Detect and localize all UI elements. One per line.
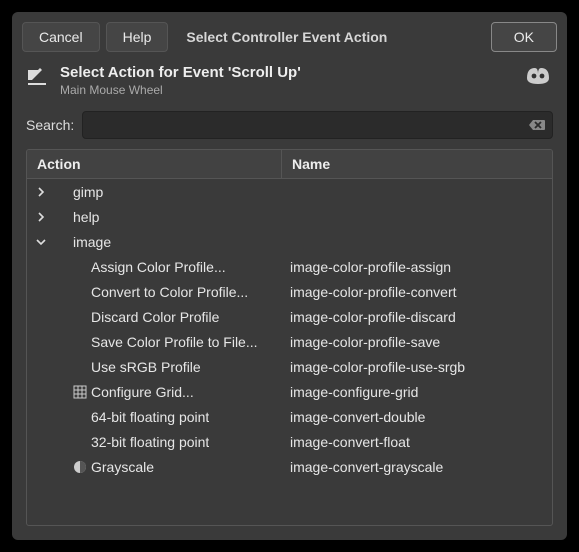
table-row[interactable]: Grayscale image-convert-grayscale <box>27 454 552 479</box>
table-row[interactable]: Assign Color Profile... image-color-profi… <box>27 254 552 279</box>
table-row[interactable]: Discard Color Profile image-color-profile… <box>27 304 552 329</box>
help-button[interactable]: Help <box>106 22 169 52</box>
table-row[interactable]: Use sRGB Profile image-color-profile-use-… <box>27 354 552 379</box>
table-row[interactable]: Save Color Profile to File... image-color… <box>27 329 552 354</box>
wilber-icon <box>523 64 553 91</box>
table-header: Action Name <box>27 150 552 179</box>
ok-button[interactable]: OK <box>491 22 557 52</box>
expander-spacer <box>33 409 49 425</box>
action-label: Assign Color Profile... <box>91 259 226 275</box>
action-label: Discard Color Profile <box>91 309 219 325</box>
action-table: Action Name gimp help image Assign Color Pr… <box>26 149 553 526</box>
action-label: Convert to Color Profile... <box>91 284 248 300</box>
search-input[interactable] <box>89 117 528 133</box>
icon-spacer <box>53 184 71 200</box>
column-header-name[interactable]: Name <box>282 150 552 178</box>
action-name: image-color-profile-discard <box>282 309 552 325</box>
expander-spacer <box>33 359 49 375</box>
action-name: image-color-profile-assign <box>282 259 552 275</box>
action-label: 32-bit floating point <box>91 434 209 450</box>
expander-spacer <box>33 259 49 275</box>
action-name: image-color-profile-save <box>282 334 552 350</box>
header-subtitle: Main Mouse Wheel <box>60 83 513 97</box>
chevron-down-icon[interactable] <box>33 234 49 250</box>
action-name: image-color-profile-convert <box>282 284 552 300</box>
action-label: Configure Grid... <box>91 384 194 400</box>
grid-icon <box>71 384 89 400</box>
icon-spacer <box>71 409 89 425</box>
action-name: image-convert-double <box>282 409 552 425</box>
action-name: image-convert-float <box>282 434 552 450</box>
action-name: image-color-profile-use-srgb <box>282 359 552 375</box>
table-row[interactable]: image <box>27 229 552 254</box>
table-row[interactable]: Configure Grid... image-configure-grid <box>27 379 552 404</box>
icon-spacer <box>71 359 89 375</box>
expander-spacer <box>33 284 49 300</box>
expander-spacer <box>33 334 49 350</box>
dialog: Cancel Help Select Controller Event Acti… <box>12 12 567 540</box>
action-label: image <box>73 234 111 250</box>
action-name: image-convert-grayscale <box>282 459 552 475</box>
action-label: Use sRGB Profile <box>91 359 201 375</box>
table-row[interactable]: Convert to Color Profile... image-color-p… <box>27 279 552 304</box>
action-label: Grayscale <box>91 459 154 475</box>
icon-spacer <box>71 334 89 350</box>
table-row[interactable]: 32-bit floating point image-convert-float <box>27 429 552 454</box>
icon-spacer <box>53 234 71 250</box>
table-row[interactable]: gimp <box>27 179 552 204</box>
action-label: 64-bit floating point <box>91 409 209 425</box>
action-label: gimp <box>73 184 103 200</box>
titlebar: Cancel Help Select Controller Event Acti… <box>12 12 567 60</box>
chevron-right-icon[interactable] <box>33 209 49 225</box>
cancel-button[interactable]: Cancel <box>22 22 100 52</box>
column-header-action[interactable]: Action <box>27 150 282 178</box>
icon-spacer <box>71 309 89 325</box>
table-row[interactable]: help <box>27 204 552 229</box>
table-body[interactable]: gimp help image Assign Color Profile... imag… <box>27 179 552 525</box>
grayscale-icon <box>71 459 89 475</box>
icon-spacer <box>71 259 89 275</box>
expander-spacer <box>33 384 49 400</box>
action-label: help <box>73 209 99 225</box>
chevron-right-icon[interactable] <box>33 184 49 200</box>
table-row[interactable]: 64-bit floating point image-convert-doubl… <box>27 404 552 429</box>
search-row: Search: <box>12 105 567 149</box>
edit-action-icon <box>26 66 50 91</box>
clear-search-icon[interactable] <box>528 117 546 133</box>
search-box[interactable] <box>82 111 553 139</box>
expander-spacer <box>33 309 49 325</box>
action-label: Save Color Profile to File... <box>91 334 258 350</box>
search-label: Search: <box>26 117 74 133</box>
icon-spacer <box>71 284 89 300</box>
header: Select Action for Event 'Scroll Up' Main… <box>12 60 567 105</box>
expander-spacer <box>33 459 49 475</box>
window-title: Select Controller Event Action <box>174 29 484 45</box>
action-name: image-configure-grid <box>282 384 552 400</box>
icon-spacer <box>53 209 71 225</box>
expander-spacer <box>33 434 49 450</box>
icon-spacer <box>71 434 89 450</box>
header-title: Select Action for Event 'Scroll Up' <box>60 64 513 81</box>
